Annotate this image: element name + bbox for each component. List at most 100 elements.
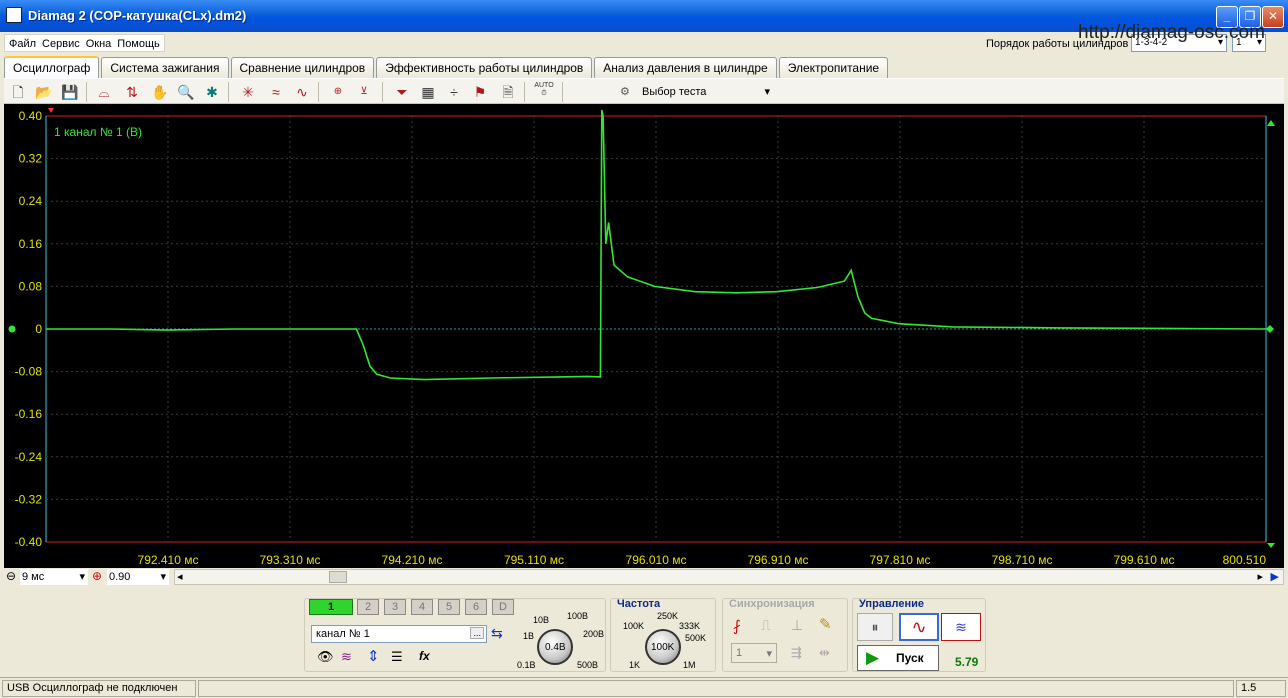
chevron-down-icon: ▾ [160,571,166,583]
more-icon[interactable]: ... [470,627,484,639]
zoom-select[interactable]: 0.90 ▾ [107,569,169,585]
channel-button-3[interactable]: 3 [384,599,406,615]
funnel-icon[interactable]: ⏷ [392,82,412,102]
freq-label-100k: 100K [623,621,645,631]
y-tick-label: 0.16 [19,237,43,251]
zoom-out-icon[interactable]: ⊖ [6,569,16,583]
play-forward-icon[interactable]: ▶ [1271,570,1279,583]
voltage-label-100v: 100В [567,611,589,621]
sync-panel: Синхронизация ⨏ ⎍ ⊥ ✎ 1 ▾ ⇶ ⇹ [722,598,848,672]
test-select[interactable]: ⚙ Выбор теста ▾ [616,82,776,102]
sync-center-icon: ⇹ [819,645,830,660]
usb-device-icon[interactable]: ⇆ [491,625,503,642]
sync-title: Синхронизация [729,598,815,610]
toolbar: 🗋 📂 💾 ⌓ ⇅ ✋ 🔍 ✱ ✳ ≈ ∿ ⊕ ⊻ ⏷ ▦ ÷ ⚑ 🗎 AUTO… [4,78,1284,104]
watermark-url: http://diamag-osc.com [1078,22,1265,43]
menu-item-0[interactable]: Файл [9,38,36,50]
eye-icon[interactable]: 👁 [317,649,334,665]
tab-2[interactable]: Сравнение цилиндров [230,57,375,78]
timebase-value: 9 мс [22,571,45,583]
y-tick-label: -0.08 [15,365,43,379]
hand-pan-icon[interactable]: ✋ [150,82,170,102]
frequency-title: Частота [617,598,661,610]
series-label: 1 канал № 1 (В) [54,125,142,139]
filter-icon[interactable]: ✱ [202,82,222,102]
timebase-row: ⊖ 9 мс ▾ ⊕ 0.90 ▾ ◂ ▸ ▶ [4,568,1284,586]
waves-icon[interactable]: ≈ [266,82,286,102]
zero-marker-right [1266,325,1274,333]
zoom-icon[interactable]: 🔍 [176,82,196,102]
channel-button-6[interactable]: 6 [465,599,487,615]
status-connection: USB Осциллограф не подключен [2,680,196,697]
scroll-up-marker [1267,120,1275,126]
x-tick-label: 796.910 мс [748,553,809,567]
flag-icon[interactable]: ⚑ [470,82,490,102]
x-tick-label: 797.810 мс [870,553,931,567]
open-folder-icon[interactable]: 📂 [34,82,54,102]
voltage-label-10v: 10В [533,615,550,625]
channel-panel: 123456D канал № 1... ⇆ 👁 ≋ ⇕ ☰ fx 0.4В 1… [304,598,606,672]
menu-item-3[interactable]: Помощь [117,38,160,50]
freq-label-333k: 333K [679,621,701,631]
voltage-knob-value: 0.4В [545,642,566,653]
app-icon [6,7,22,23]
sync-auto-icon[interactable]: ✎ [819,615,832,633]
scroll-left-icon[interactable]: ◂ [177,570,183,583]
auto-scale-icon[interactable]: ⊕ [328,82,348,102]
menu-item-1[interactable]: Сервис [42,38,80,50]
cursor-arc-icon[interactable]: ⌓ [94,82,114,102]
trigger-marker [48,108,54,113]
lines-icon[interactable]: ☰ [391,649,403,665]
vertical-shift-icon[interactable]: ⇕ [367,647,380,665]
scroll-down-marker [1267,543,1275,548]
play-icon: ▶ [866,648,880,667]
tab-5[interactable]: Электропитание [778,57,889,78]
grid-icon[interactable]: ▦ [418,82,438,102]
tab-1[interactable]: Система зажигания [101,57,229,78]
voltage-label-01v: 0.1В [517,660,536,670]
voltage-label-500v: 500В [577,660,599,670]
zero-level-icon[interactable]: ⊻ [354,82,374,102]
channel-button-4[interactable]: 4 [411,599,433,615]
close-button[interactable]: ✕ [1262,6,1284,28]
start-button[interactable]: ▶ Пуск [857,645,939,671]
tab-4[interactable]: Анализ давления в цилиндре [594,57,777,78]
zoom-in-icon[interactable]: ⊕ [92,569,102,583]
function-icon[interactable]: fx [419,649,430,663]
tab-3[interactable]: Эффективность работы цилиндров [376,57,593,78]
scroll-thumb[interactable] [329,571,347,583]
channel-button-1[interactable]: 1 [309,599,353,615]
save-icon[interactable]: 💾 [60,82,80,102]
signal-spread-icon[interactable]: ✳ [238,82,258,102]
horizontal-scrollbar[interactable]: ◂ ▸ ▶ [174,569,1284,585]
pause-icon[interactable]: ⏸ [857,613,893,641]
split-icon[interactable]: ÷ [444,82,464,102]
status-empty [198,680,1234,697]
timebase-select[interactable]: 9 мс ▾ [20,569,88,585]
oscilloscope-plot[interactable]: 0.40 0.32 0.24 0.16 0.08 0 -0.08 -0.16 -0.24 -0.3… [4,104,1284,568]
vertical-marker-icon[interactable]: ⇅ [122,82,142,102]
notes-icon[interactable]: 🗎 [498,82,518,102]
sync-channel-select: 1 ▾ [731,643,777,663]
menu-item-2[interactable]: Окна [86,38,112,50]
new-file-icon[interactable]: 🗋 [8,82,28,102]
y-tick-label: 0 [35,322,42,336]
menu-box: Файл Сервис Окна Помощь [4,34,165,52]
tab-0[interactable]: Осциллограф [4,56,100,78]
auto-icon[interactable]: AUTO ⏱ [534,82,554,102]
tab-bar: Осциллограф Система зажигания Сравнение ци… [4,56,890,78]
channel-button-5[interactable]: 5 [438,599,460,615]
y-tick-label: 0.24 [19,194,43,208]
channel-button-2[interactable]: 2 [357,599,379,615]
noise-mode-icon[interactable]: ≋ [941,613,981,641]
rising-edge-icon[interactable]: ⨏ [733,617,741,635]
chevron-down-icon: ▾ [766,648,772,660]
waveform-icon[interactable]: ≋ [341,649,352,665]
auto-label: AUTO [534,82,554,89]
x-tick-label: 799.610 мс [1114,553,1175,567]
sine-mode-icon[interactable]: ∿ [899,613,939,641]
sine-icon[interactable]: ∿ [292,82,312,102]
scroll-right-icon[interactable]: ▸ [1257,570,1263,583]
channel-button-D[interactable]: D [492,599,514,615]
channel-name-field[interactable]: канал № 1... [311,625,487,643]
